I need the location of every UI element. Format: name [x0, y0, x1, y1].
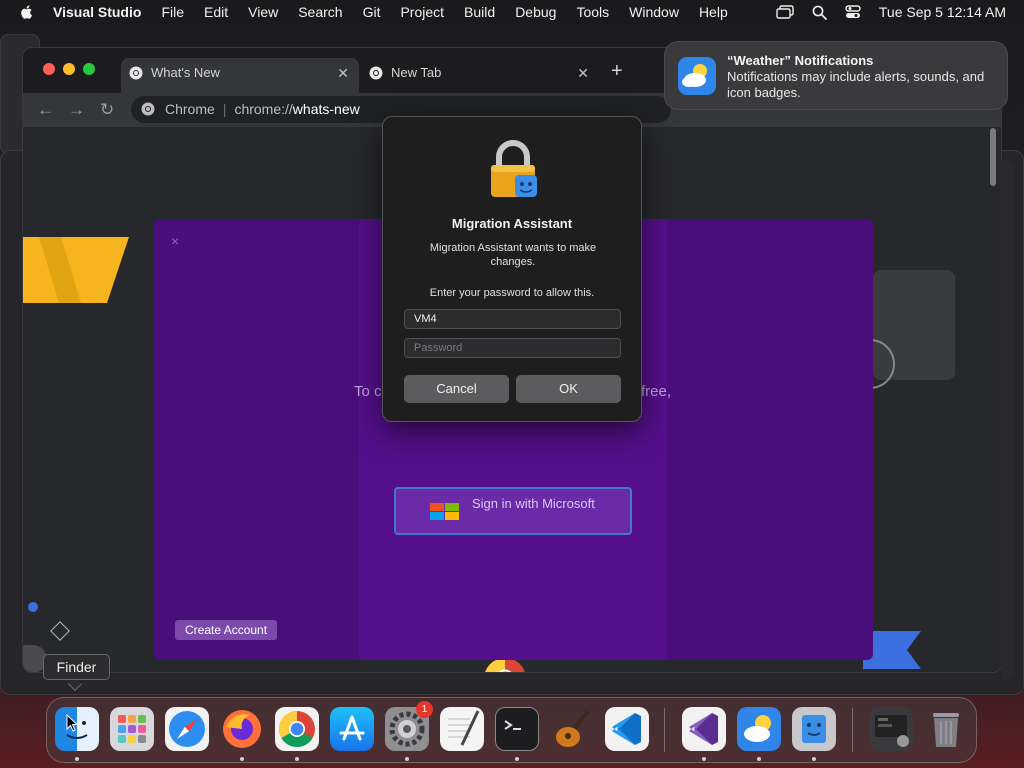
menu-app-name[interactable]: Visual Studio	[53, 4, 141, 20]
notification-body: Notifications may include alerts, sounds…	[727, 69, 985, 100]
dock-launchpad-icon[interactable]	[110, 707, 154, 751]
back-arrow-icon[interactable]: ←	[37, 100, 54, 120]
dock-running-indicator	[405, 757, 409, 761]
dock-running-indicator	[75, 757, 79, 761]
modal-text-left: To c	[354, 383, 382, 400]
menu-git[interactable]: Git	[363, 4, 381, 20]
decorative-diamond	[50, 621, 70, 641]
screen-mirroring-icon[interactable]	[776, 5, 794, 19]
dock-separator	[852, 708, 853, 752]
menu-debug[interactable]: Debug	[515, 4, 556, 20]
window-edge	[1001, 160, 1015, 680]
menu-window[interactable]: Window	[629, 4, 679, 20]
menu-project[interactable]: Project	[400, 4, 444, 20]
tab-whats-new[interactable]: What's New ✕	[121, 58, 359, 93]
dock-visual-studio-icon[interactable]	[682, 707, 726, 751]
password-field[interactable]	[404, 338, 621, 358]
dock-garageband-icon[interactable]	[550, 707, 594, 751]
window-zoom-button[interactable]	[83, 63, 95, 75]
dock-running-indicator	[812, 757, 816, 761]
tab-label: New Tab	[391, 65, 442, 80]
menu-build[interactable]: Build	[464, 4, 495, 20]
apple-menu-icon[interactable]	[19, 4, 35, 20]
dock-vscode-icon[interactable]	[605, 707, 649, 751]
scrollbar-thumb[interactable]	[990, 128, 996, 186]
dock-terminal-icon[interactable]	[495, 707, 539, 751]
ok-button[interactable]: OK	[516, 375, 621, 403]
chrome-icon	[369, 66, 383, 80]
lock-icon	[491, 140, 537, 197]
dock-running-indicator	[240, 757, 244, 761]
forward-arrow-icon[interactable]: →	[68, 100, 85, 120]
decorative-dot	[28, 602, 38, 612]
tab-close-icon[interactable]: ✕	[577, 58, 589, 88]
dock-downloads-stack-icon[interactable]	[869, 707, 913, 751]
chrome-icon	[141, 102, 155, 116]
dock-safari-icon[interactable]	[165, 707, 209, 751]
control-center-icon[interactable]	[845, 5, 861, 19]
username-field[interactable]	[404, 309, 621, 329]
dialog-title: Migration Assistant	[451, 216, 573, 231]
dock-running-indicator	[702, 757, 706, 761]
dialog-prompt: Enter your password to allow this.	[429, 287, 595, 299]
create-account-button[interactable]: Create Account	[175, 620, 278, 640]
menu-help[interactable]: Help	[699, 4, 728, 20]
dock-running-indicator	[515, 757, 519, 761]
microsoft-logo-icon	[430, 503, 459, 520]
notification-title: “Weather” Notifications	[727, 53, 874, 68]
menu-file[interactable]: File	[161, 4, 184, 20]
tab-close-icon[interactable]: ✕	[337, 58, 349, 88]
mouse-cursor-icon	[66, 714, 78, 732]
sign-in-microsoft-button[interactable]: Sign in with Microsoft	[394, 487, 632, 535]
window-close-button[interactable]	[43, 63, 55, 75]
cancel-button[interactable]: Cancel	[404, 375, 509, 403]
dock-trash-icon[interactable]	[924, 707, 968, 751]
menu-bar: Visual Studio File Edit View Search Git …	[0, 0, 1024, 24]
site-label: Chrome	[165, 101, 215, 117]
dock-firefox-icon[interactable]	[220, 707, 264, 751]
dock-separator	[664, 708, 665, 752]
finder-tooltip: Finder	[43, 654, 110, 680]
sign-in-microsoft-label: Sign in with Microsoft	[472, 496, 595, 511]
dock: 1	[46, 697, 977, 763]
window-minimize-button[interactable]	[63, 63, 75, 75]
menu-tools[interactable]: Tools	[576, 4, 609, 20]
url-scheme: chrome://	[234, 101, 293, 117]
menu-edit[interactable]: Edit	[204, 4, 228, 20]
dock-weather-icon[interactable]	[737, 707, 781, 751]
chrome-icon	[129, 66, 143, 80]
menu-view[interactable]: View	[248, 4, 278, 20]
weather-app-icon	[678, 57, 716, 95]
tab-label: What's New	[151, 65, 220, 80]
dock-textedit-icon[interactable]	[440, 707, 484, 751]
dock-chrome-icon[interactable]	[275, 707, 319, 751]
modal-close-icon[interactable]: ×	[171, 233, 179, 249]
modal-text-right: free,	[641, 383, 672, 400]
dock-app-store-icon[interactable]	[330, 707, 374, 751]
decorative-shape	[23, 237, 129, 303]
dialog-message: Migration Assistant wants to make change…	[429, 242, 597, 268]
spotlight-search-icon[interactable]	[812, 5, 827, 20]
menu-search[interactable]: Search	[298, 4, 342, 20]
dock-migration-assistant-icon[interactable]	[792, 707, 836, 751]
tab-new-tab[interactable]: New Tab ✕	[361, 58, 599, 93]
new-tab-button[interactable]: +	[611, 60, 623, 83]
weather-notification[interactable]: “Weather” Notifications Notifications ma…	[664, 41, 1008, 110]
url-host: whats-new	[292, 101, 360, 117]
dock-running-indicator	[295, 757, 299, 761]
notification-badge: 1	[416, 701, 433, 718]
authorization-dialog: Migration Assistant Migration Assistant …	[382, 116, 642, 422]
menu-clock[interactable]: Tue Sep 5 12:14 AM	[879, 4, 1006, 20]
dock-running-indicator	[757, 757, 761, 761]
reload-icon[interactable]: ↻	[100, 100, 114, 120]
